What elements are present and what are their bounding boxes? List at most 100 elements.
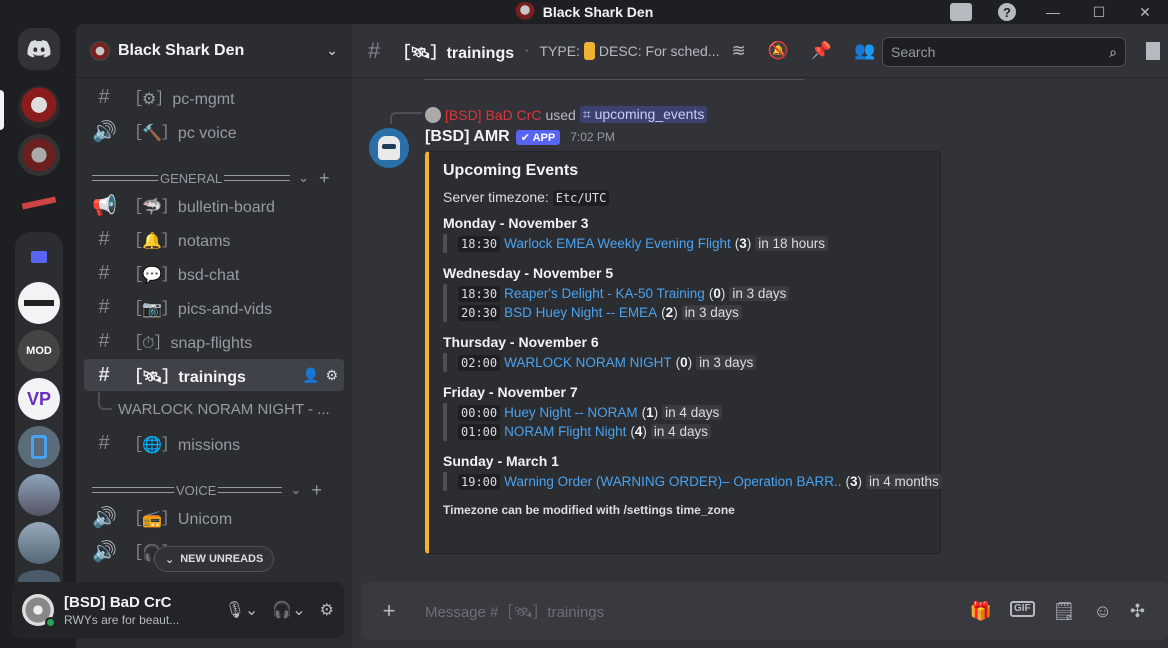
headphones-icon[interactable]: 🎧⌄: [272, 600, 305, 620]
add-channel-icon[interactable]: +: [319, 168, 330, 189]
microphone-icon[interactable]: 🎙⌄: [225, 600, 259, 620]
threads-icon[interactable]: ≋: [731, 41, 745, 61]
gear-icon[interactable]: ⚙: [325, 367, 338, 384]
avatar: [425, 106, 441, 123]
server-mod[interactable]: MOD: [18, 330, 60, 372]
event-link[interactable]: NORAM Flight Night: [504, 424, 626, 439]
close-button[interactable]: ✕: [1122, 0, 1168, 24]
user-names[interactable]: [BSD] BaD CrC RWYs are for beaut...: [64, 594, 211, 627]
active-server-pill: [0, 90, 4, 130]
help-button[interactable]: ?: [984, 0, 1030, 24]
gift-icon[interactable]: 🎁: [970, 601, 992, 622]
window-titlebar: Black Shark Den ? — ☐ ✕: [0, 0, 1168, 24]
add-channel-icon[interactable]: +: [311, 480, 322, 501]
emoji-icon[interactable]: ☺: [1094, 601, 1112, 622]
event-link[interactable]: Warning Order (WARNING ORDER)– Operation…: [504, 474, 841, 489]
chevron-down-icon: ⌄: [165, 553, 175, 566]
channel-unicom[interactable]: 🔊 ［📻］Unicom: [84, 501, 344, 533]
event-day: Thursday - November 6 02:00 WARLOCK NORAM …: [443, 334, 926, 372]
app-badge: ✔ APP: [515, 129, 561, 145]
channel-pc-mgmt[interactable]: # ［⚙］pc-mgmt: [84, 81, 344, 113]
avatar[interactable]: [22, 594, 56, 628]
channel-label: ［🔔］notams: [126, 233, 231, 250]
maximize-button[interactable]: ☐: [1076, 0, 1122, 24]
channel-trainings[interactable]: # ［🛰］trainings 👤 ⚙: [84, 359, 344, 391]
command-mention[interactable]: ⌗ upcoming_events: [579, 106, 708, 123]
server-icon-8[interactable]: [18, 426, 60, 468]
event-link[interactable]: Reaper's Delight - KA-50 Training: [504, 286, 705, 301]
home-button[interactable]: [18, 28, 60, 70]
event-link[interactable]: BSD Huey Night -- EMEA: [504, 305, 657, 320]
settings-gear-icon[interactable]: ⚙: [320, 600, 334, 620]
invite-icon[interactable]: 👤: [302, 367, 319, 384]
voice-channel-icon: 🔊: [92, 506, 117, 529]
channel-topic[interactable]: TYPE: DESC: For sched...: [539, 41, 719, 60]
timezone-value: Etc/UTC: [552, 190, 610, 206]
event-count-value: 1: [646, 405, 654, 420]
server-icon-9[interactable]: [18, 474, 60, 516]
event-link[interactable]: Huey Night -- NORAM: [504, 405, 638, 420]
event-relative-time: in 3 days: [681, 305, 742, 320]
event-time: 00:00: [458, 404, 501, 421]
channel-pc-voice[interactable]: 🔊 ［🔨］pc voice: [84, 115, 344, 147]
inbox-button[interactable]: [938, 0, 984, 24]
category-label: GENERAL: [160, 170, 223, 186]
event-row: 18:30 Warlock EMEA Weekly Evening Flight(…: [458, 234, 926, 253]
chevron-down-icon[interactable]: ⌄: [326, 42, 338, 59]
reply-author[interactable]: [BSD] BaD CrC: [445, 107, 541, 123]
event-list: 19:00 Warning Order (WARNING ORDER)– Oper…: [443, 472, 942, 491]
event-relative-time: in 4 days: [662, 405, 723, 420]
member-list-icon[interactable]: 👥: [854, 41, 875, 61]
bookmark-icon[interactable]: [1146, 42, 1160, 60]
text-channel-icon: #: [98, 85, 110, 108]
apps-icon[interactable]: ✣: [1130, 601, 1145, 622]
channel-bsd-chat[interactable]: # ［💬］bsd-chat: [84, 257, 344, 289]
server-black-shark-den[interactable]: [18, 86, 60, 128]
new-unreads-button[interactable]: ⌄ NEW UNREADS: [154, 546, 275, 572]
event-day: Sunday - March 1 19:00 Warning Order (WARN…: [443, 453, 942, 491]
event-count-value: 3: [739, 236, 747, 251]
category-rule: [92, 175, 158, 181]
message-input[interactable]: Message #［🛰］trainings: [425, 601, 970, 622]
search-input[interactable]: Search ⌕: [882, 37, 1126, 67]
helicopter-icon: [24, 300, 54, 306]
event-days: Monday - November 3 18:30 Warlock EMEA Wee…: [443, 215, 942, 491]
message-author[interactable]: [BSD] AMR: [425, 128, 510, 146]
text-channel-icon: #: [98, 295, 110, 318]
channel-title: ［🛰］trainings: [394, 44, 515, 62]
minimize-button[interactable]: —: [1030, 0, 1076, 24]
channel-snap-flights[interactable]: # ［⏱］snap-flights: [84, 325, 344, 357]
add-attachment-icon[interactable]: +: [377, 598, 401, 624]
event-link[interactable]: Warlock EMEA Weekly Evening Flight: [504, 236, 731, 251]
gif-icon[interactable]: GIF: [1009, 600, 1035, 617]
category-general[interactable]: GENERAL ⌄ +: [92, 168, 344, 188]
category-voice[interactable]: VOICE ⌄ +: [92, 480, 344, 500]
pin-icon[interactable]: 📌: [811, 41, 832, 61]
folder-icon[interactable]: [18, 236, 60, 278]
server-header[interactable]: Black Shark Den ⌄: [76, 24, 352, 78]
bot-avatar[interactable]: [369, 128, 409, 168]
server-icon-3[interactable]: [18, 182, 60, 224]
server-vp[interactable]: VP: [18, 378, 60, 420]
server-icon-10[interactable]: [18, 522, 60, 564]
channel-pics-and-vids[interactable]: # ［📷］pics-and-vids: [84, 291, 344, 323]
event-list: 18:30 Warlock EMEA Weekly Evening Flight(…: [443, 234, 926, 253]
channel-notams[interactable]: # ［🔔］notams: [84, 223, 344, 255]
channel-bulletin-board[interactable]: 📢 ［🦈］bulletin-board: [84, 189, 344, 221]
notification-mute-icon[interactable]: 🔕: [768, 41, 789, 61]
new-unreads-label: NEW UNREADS: [180, 553, 264, 565]
command-reply-header[interactable]: [BSD] BaD CrC used ⌗ upcoming_events: [425, 106, 708, 123]
event-relative-time: in 4 days: [650, 424, 711, 439]
window-controls: ? — ☐ ✕: [938, 0, 1168, 24]
server-icon-2[interactable]: [18, 134, 60, 176]
sticker-icon[interactable]: 🗒: [1053, 601, 1076, 622]
text-channel-icon: #: [368, 37, 381, 63]
category-rule: [218, 487, 283, 493]
channel-missions[interactable]: # ［🌐］missions: [84, 427, 344, 459]
server-helicopter[interactable]: [18, 282, 60, 324]
event-link[interactable]: WARLOCK NORAM NIGHT: [504, 355, 672, 370]
event-count: (3): [734, 236, 752, 251]
event-row: 00:00 Huey Night -- NORAM (1) in 4 days: [458, 403, 926, 422]
text-channel-icon: #: [98, 329, 110, 352]
thread-warlock-noram[interactable]: WARLOCK NORAM NIGHT - ...: [98, 392, 344, 425]
